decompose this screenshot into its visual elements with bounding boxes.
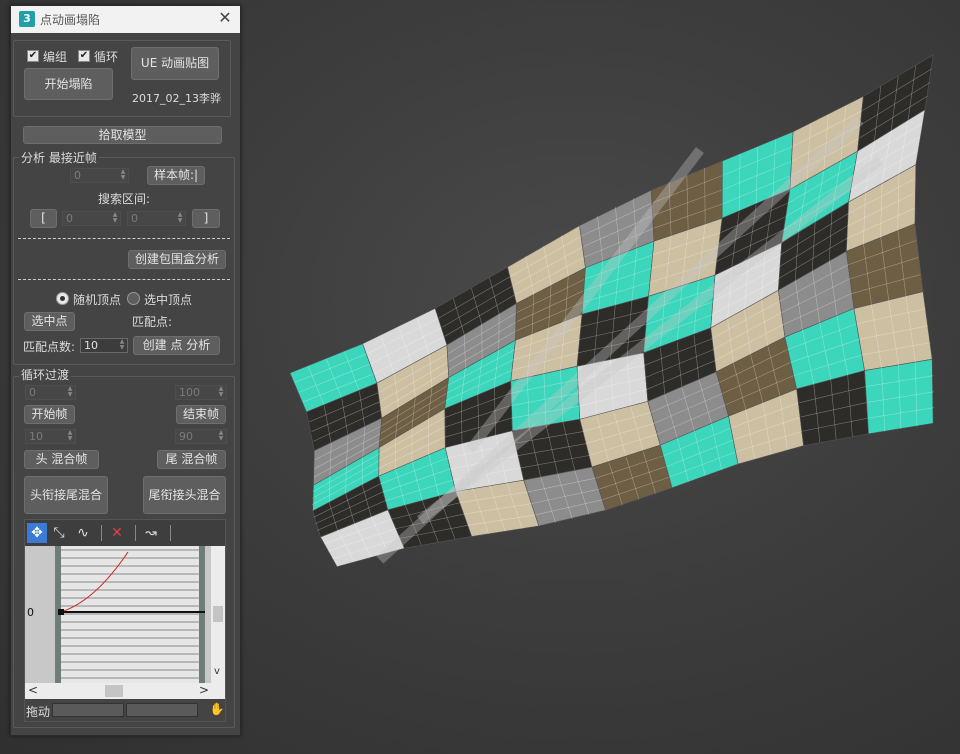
loop-checkbox[interactable]: ✔ <box>78 50 90 62</box>
tail-blend-value: 90 <box>179 430 193 443</box>
sample-frame-label: 样本帧:| <box>153 168 199 182</box>
selected-vertex-label: 选中顶点 <box>144 293 193 307</box>
head-blend-button[interactable]: 头 混合帧 <box>24 450 99 469</box>
bracket-right-label: ] <box>203 211 209 225</box>
vertical-scrollbar[interactable]: v <box>211 546 225 683</box>
create-point-analysis-button[interactable]: 创建 点 分析 <box>133 336 220 355</box>
graph-right-edge <box>199 546 205 683</box>
match-count-value: 10 <box>84 339 98 352</box>
curve-status-row: 拖动 ✋ <box>25 699 225 721</box>
ue-anim-texture-button[interactable]: UE 动画贴图 <box>131 47 219 80</box>
add-key-icon[interactable]: ∿ <box>73 523 93 543</box>
range-start-value: 0 <box>66 212 73 225</box>
date-author-text: 2017_02_13李骅 <box>132 92 221 105</box>
analysis-group-title: 分析 最接近帧 <box>19 149 99 166</box>
range-start-spinner[interactable]: 0 ▲ ▼ <box>62 211 121 226</box>
delete-icon[interactable]: ✕ <box>107 523 127 543</box>
group-checkbox-label: 编组 <box>43 50 68 64</box>
pick-model-button[interactable]: 拾取模型 <box>23 126 222 144</box>
drag-label: 拖动 <box>26 705 51 719</box>
drag-field-x[interactable] <box>52 703 124 717</box>
zero-axis-label: 0 <box>27 606 34 619</box>
divider-1 <box>18 238 230 239</box>
tail-blend-button[interactable]: 尾 混合帧 <box>157 450 226 469</box>
scale-icon[interactable]: ⤡ <box>49 523 69 543</box>
loop-checkbox-label: 循环 <box>94 50 119 64</box>
selected-vertex-radio[interactable] <box>127 292 140 305</box>
scroll-left-arrow[interactable]: < <box>28 683 38 697</box>
match-count-label: 匹配点数: <box>23 340 76 354</box>
start-collapse-label: 开始塌陷 <box>44 77 93 91</box>
tail-blend-label: 尾 混合帧 <box>165 452 218 466</box>
range-end-value: 0 <box>131 212 138 225</box>
hand-icon[interactable]: ✋ <box>209 699 225 719</box>
curve-toolbar: ✥ ⤡ ∿ ✕ ↝ <box>25 520 225 546</box>
sample-frame-button[interactable]: 样本帧:| <box>147 166 205 185</box>
range-end-spinner[interactable]: 0 ▲ ▼ <box>127 211 186 226</box>
range-left-bracket-button[interactable]: [ <box>30 209 57 228</box>
divider-2 <box>18 279 230 280</box>
tail-to-head-label: 尾衔接头混合 <box>148 488 221 502</box>
curve-icon[interactable]: ↝ <box>141 523 161 543</box>
frame-spinner[interactable]: 0 ▲ ▼ <box>70 168 129 183</box>
pick-model-label: 拾取模型 <box>98 128 147 142</box>
tail-blend-spinner[interactable]: 90 ▲ ▼ <box>175 429 227 444</box>
toolbar-separator <box>101 525 102 541</box>
drag-field-y[interactable] <box>126 703 198 717</box>
horizontal-scroll-thumb[interactable] <box>105 685 123 697</box>
curve-graph-svg <box>55 546 205 683</box>
start-collapse-button[interactable]: 开始塌陷 <box>24 68 113 100</box>
bracket-left-label: [ <box>41 211 46 225</box>
loop-group-title: 循环过渡 <box>19 366 72 383</box>
curve-editor: ✥ ⤡ ∿ ✕ ↝ 0 v < > 拖动 ✋ <box>24 519 226 722</box>
create-bbox-analysis-button[interactable]: 创建包围盒分析 <box>128 250 226 269</box>
curve-key[interactable] <box>58 609 64 615</box>
close-icon[interactable]: ✕ <box>216 9 234 27</box>
title-bar[interactable]: 3 点动画塌陷 ✕ <box>11 6 240 33</box>
match-point-label: 匹配点: <box>132 315 173 329</box>
head-blend-spinner[interactable]: 10 ▲ ▼ <box>25 429 76 444</box>
toolbar-separator <box>135 525 136 541</box>
head-to-tail-blend-button[interactable]: 头衔接尾混合 <box>24 476 108 514</box>
random-vertex-label: 随机顶点 <box>73 293 122 307</box>
select-point-button[interactable]: 选中点 <box>24 312 75 331</box>
start-frame-button[interactable]: 开始帧 <box>24 405 75 424</box>
match-count-spinner[interactable]: 10 ▲ ▼ <box>80 338 128 353</box>
start-frame-spinner[interactable]: 0 ▲ ▼ <box>25 385 76 400</box>
group-checkbox[interactable]: ✔ <box>27 50 39 62</box>
app-logo-icon: 3 <box>19 11 35 27</box>
create-point-analysis-label: 创建 点 分析 <box>142 338 211 352</box>
scroll-down-arrow[interactable]: v <box>214 666 220 677</box>
ue-anim-label: UE 动画贴图 <box>140 56 210 70</box>
vertical-scroll-thumb[interactable] <box>213 606 223 622</box>
scroll-right-arrow[interactable]: > <box>199 683 209 697</box>
curve-graph[interactable]: 0 <box>25 546 211 683</box>
move-icon[interactable]: ✥ <box>27 523 47 543</box>
start-frame-label: 开始帧 <box>31 407 68 421</box>
head-blend-label: 头 混合帧 <box>35 452 88 466</box>
create-bbox-label: 创建包围盒分析 <box>134 252 219 266</box>
random-vertex-radio[interactable] <box>56 292 69 305</box>
select-point-label: 选中点 <box>31 314 68 328</box>
end-frame-label: 结束帧 <box>182 407 219 421</box>
head-blend-value: 10 <box>29 430 43 443</box>
search-range-label: 搜索区间: <box>98 192 151 206</box>
range-right-bracket-button[interactable]: ] <box>192 209 220 228</box>
frame-spinner-value: 0 <box>74 169 81 182</box>
end-frame-spinner[interactable]: 100 ▲ ▼ <box>175 385 227 400</box>
window-title: 点动画塌陷 <box>40 13 101 27</box>
horizontal-scrollbar[interactable]: < > <box>25 683 225 699</box>
end-frame-value: 100 <box>179 386 200 399</box>
end-frame-button[interactable]: 结束帧 <box>176 405 226 424</box>
tail-to-head-blend-button[interactable]: 尾衔接头混合 <box>143 476 226 514</box>
toolbar-separator <box>170 525 171 541</box>
head-to-tail-label: 头衔接尾混合 <box>29 488 102 502</box>
start-frame-value: 0 <box>29 386 36 399</box>
